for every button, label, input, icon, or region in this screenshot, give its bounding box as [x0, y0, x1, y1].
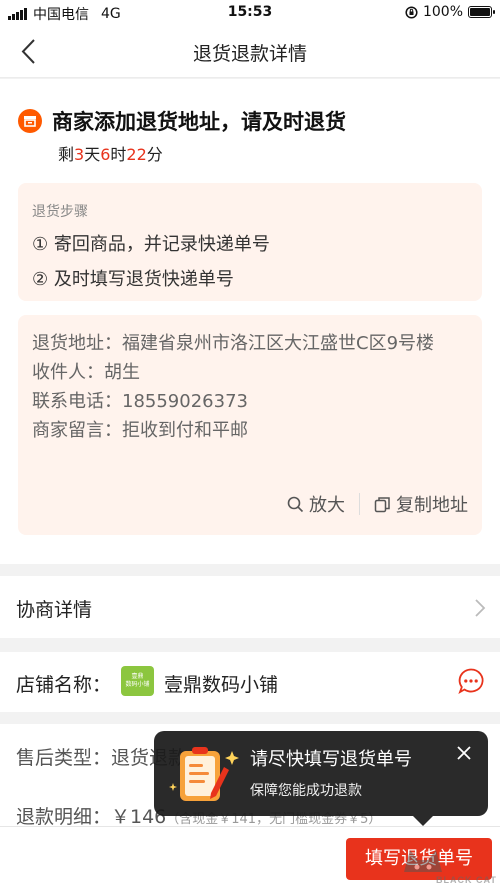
countdown-minutes-unit: 分	[146, 145, 163, 164]
return-status-card: 商家添加退货地址，请及时退货 剩3天6时22分 退货步骤 ① 寄回商品，并记录快…	[0, 79, 500, 564]
black-cat-watermark: BLACK CAT	[398, 842, 500, 888]
phone-line: 联系电话：18559026373	[32, 391, 248, 412]
recipient-line: 收件人：胡生	[32, 362, 140, 383]
countdown-minutes: 22	[126, 145, 147, 164]
negotiation-details-row[interactable]: 协商详情	[0, 576, 500, 638]
steps-title: 退货步骤	[32, 204, 88, 220]
close-icon	[457, 746, 471, 760]
nav-bar: 退货退款详情	[0, 26, 500, 78]
countdown-days-unit: 天	[84, 145, 101, 164]
store-row: 店铺名称： 壹鼎 数码小铺 壹鼎数码小铺	[0, 652, 500, 712]
return-address-panel: 退货地址：福建省泉州市洛江区大江盛世C区9号楼 收件人：胡生 联系电话：1855…	[18, 315, 482, 535]
store-label: 店铺名称：	[16, 674, 112, 696]
merchant-note-line: 商家留言：拒收到付和平邮	[32, 420, 248, 441]
store-name: 壹鼎数码小铺	[164, 674, 279, 696]
box-icon	[18, 109, 42, 133]
page-title: 退货退款详情	[192, 43, 307, 65]
chevron-right-icon	[475, 599, 486, 617]
address-actions: 放大 复制地址	[287, 491, 468, 517]
copy-address-button[interactable]: 复制地址	[374, 491, 468, 517]
countdown-prefix: 剩	[58, 145, 75, 164]
chat-icon	[458, 668, 484, 694]
status-right: 100%	[405, 4, 495, 20]
zoom-button[interactable]: 放大	[287, 491, 345, 517]
countdown-hours-unit: 时	[110, 145, 127, 164]
step-item: ① 寄回商品，并记录快递单号	[32, 234, 270, 255]
battery-icon	[468, 6, 495, 18]
orientation-lock-icon	[405, 5, 418, 19]
status-bar: 中国电信 4G 15:53 100%	[0, 0, 500, 26]
countdown-days: 3	[74, 145, 85, 164]
battery-percent: 100%	[422, 4, 463, 20]
divider	[359, 493, 360, 515]
notepad-pen-icon	[169, 747, 239, 801]
zoom-label: 放大	[309, 495, 345, 516]
address-line: 退货地址：福建省泉州市洛江区大江盛世C区9号楼	[32, 333, 435, 354]
copy-icon	[374, 496, 390, 512]
return-steps-panel: 退货步骤 ① 寄回商品，并记录快递单号 ② 及时填写退货快递单号	[18, 183, 482, 301]
tooltip-close-button[interactable]	[455, 744, 473, 762]
negotiation-label: 协商详情	[16, 599, 93, 621]
countdown-hours: 6	[100, 145, 111, 164]
copy-label: 复制地址	[396, 495, 468, 516]
address-info: 退货地址：福建省泉州市洛江区大江盛世C区9号楼 收件人：胡生 联系电话：1855…	[32, 329, 472, 445]
status-title: 商家添加退货地址，请及时退货	[52, 110, 346, 134]
store-logo: 壹鼎 数码小铺	[121, 666, 154, 696]
step-item: ② 及时填写退货快递单号	[32, 269, 234, 290]
refund-amount: 退款明细：￥146	[16, 806, 167, 828]
magnifier-icon	[287, 496, 304, 512]
reminder-tooltip: 请尽快填写退货单号 保障您能成功退款	[154, 731, 488, 826]
countdown: 剩3天6时22分	[58, 141, 163, 165]
contact-seller-button[interactable]	[457, 667, 485, 695]
tooltip-subtitle: 保障您能成功退款	[250, 783, 362, 799]
watermark-text: BLACK CAT	[436, 875, 497, 885]
tooltip-title: 请尽快填写退货单号	[250, 749, 412, 770]
